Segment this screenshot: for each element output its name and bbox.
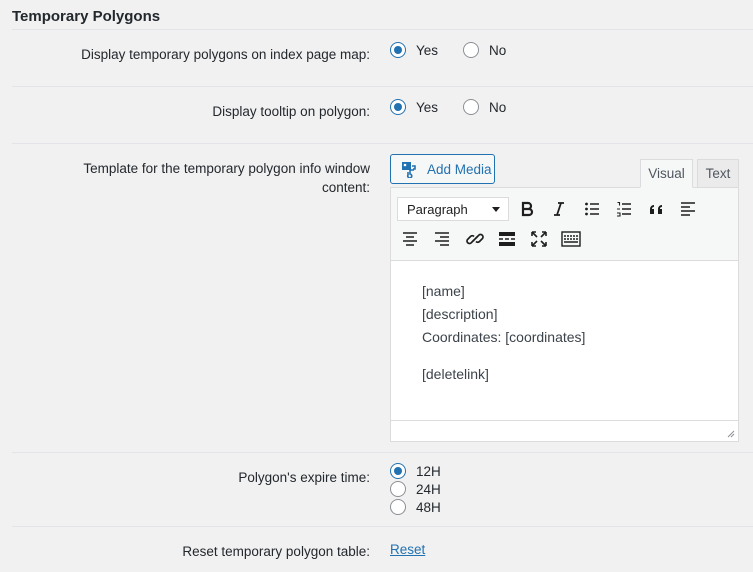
expire-24h-text: 24H (416, 481, 441, 497)
template-label-line2: content: (321, 180, 370, 195)
section-title: Temporary Polygons (12, 8, 161, 25)
content-line-description: [description] (422, 306, 498, 322)
reset-table-label: Reset temporary polygon table: (182, 544, 370, 559)
align-center-icon (403, 232, 417, 246)
bold-icon (521, 201, 534, 217)
reset-link[interactable]: Reset (390, 542, 425, 557)
align-left-button[interactable] (676, 197, 700, 221)
display-map-yes-option[interactable]: Yes (390, 41, 438, 59)
editor-statusbar (391, 420, 738, 441)
chevron-down-icon (492, 207, 500, 212)
link-icon (466, 233, 484, 245)
tab-text[interactable]: Text (697, 159, 739, 188)
tooltip-no-text: No (489, 99, 507, 115)
expire-12h-option[interactable]: 12H (390, 462, 441, 480)
content-line-deletelink: [deletelink] (422, 366, 489, 382)
expire-12h-radio[interactable] (390, 463, 406, 479)
format-select-value: Paragraph (407, 201, 468, 217)
insert-link-button[interactable] (463, 227, 487, 251)
blockquote-icon (650, 205, 662, 214)
expire-24h-option[interactable]: 24H (390, 480, 441, 498)
display-map-no-option[interactable]: No (463, 41, 506, 59)
template-label-line1: Template for the temporary polygon info … (83, 161, 370, 176)
expire-48h-option[interactable]: 48H (390, 498, 441, 516)
display-map-label: Display temporary polygons on index page… (81, 47, 370, 62)
expire-24h-radio[interactable] (390, 481, 406, 497)
blockquote-button[interactable] (644, 197, 668, 221)
divider (12, 452, 753, 453)
tooltip-yes-text: Yes (416, 99, 439, 115)
tooltip-label: Display tooltip on polygon: (212, 104, 370, 119)
italic-icon (554, 202, 564, 216)
template-label: Template for the temporary polygon info … (83, 159, 370, 197)
fullscreen-button[interactable] (527, 227, 551, 251)
tooltip-no-radio[interactable] (463, 99, 479, 115)
tooltip-no-option[interactable]: No (463, 98, 506, 116)
expire-time-label: Polygon's expire time: (238, 470, 370, 485)
align-left-icon (681, 202, 695, 216)
read-more-icon (499, 232, 515, 246)
editor-content[interactable]: [name] [description] Coordinates: [coord… (422, 280, 585, 386)
display-map-no-text: No (489, 42, 507, 58)
template-editor[interactable]: Paragraph [name] [description] Coordinat… (390, 187, 739, 442)
expire-48h-text: 48H (416, 499, 441, 515)
add-media-icon (402, 162, 416, 178)
content-line-name: [name] (422, 283, 465, 299)
numbered-list-button[interactable] (612, 197, 636, 221)
bold-button[interactable] (515, 197, 539, 221)
display-map-yes-text: Yes (416, 42, 439, 58)
divider (12, 86, 753, 87)
divider (12, 143, 753, 144)
divider (12, 29, 753, 30)
italic-button[interactable] (547, 197, 571, 221)
read-more-button[interactable] (495, 227, 519, 251)
expire-12h-text: 12H (416, 463, 441, 479)
editor-toolbar: Paragraph (391, 188, 738, 261)
toolbar-toggle-button[interactable] (559, 227, 583, 251)
content-line-coordinates: Coordinates: [coordinates] (422, 329, 586, 345)
align-right-button[interactable] (430, 227, 454, 251)
add-media-button[interactable]: Add Media (390, 154, 495, 184)
numbered-list-icon (617, 201, 631, 217)
resize-grip-icon[interactable] (726, 429, 735, 438)
display-map-yes-radio[interactable] (390, 42, 406, 58)
divider (12, 526, 753, 527)
add-media-label: Add Media (427, 161, 492, 177)
bulleted-list-button[interactable] (580, 197, 604, 221)
toolbar-toggle-icon (561, 231, 581, 247)
display-map-no-radio[interactable] (463, 42, 479, 58)
fullscreen-icon (531, 231, 547, 247)
format-select[interactable]: Paragraph (397, 197, 509, 221)
bulleted-list-icon (585, 202, 599, 216)
align-center-button[interactable] (398, 227, 422, 251)
align-right-icon (435, 232, 449, 246)
expire-48h-radio[interactable] (390, 499, 406, 515)
tooltip-yes-option[interactable]: Yes (390, 98, 438, 116)
tab-visual[interactable]: Visual (640, 159, 693, 188)
tooltip-yes-radio[interactable] (390, 99, 406, 115)
